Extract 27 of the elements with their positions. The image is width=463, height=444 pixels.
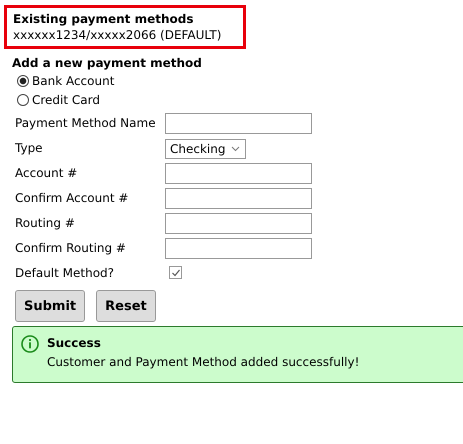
input-field[interactable] [165, 238, 312, 259]
field-label: Confirm Routing # [15, 240, 127, 257]
info-icon [21, 335, 39, 353]
radio-button[interactable] [17, 74, 29, 86]
form-button[interactable]: Submit [15, 290, 86, 322]
field-label: Type [15, 140, 44, 157]
field-label: Default Method? [15, 265, 116, 282]
form-button[interactable]: Reset [96, 290, 156, 322]
alert-title: Success [47, 335, 102, 352]
chevron-icon [231, 146, 240, 152]
input-field[interactable] [165, 113, 312, 134]
field-label: Confirm Account # [15, 190, 130, 207]
radio-label: Bank Account [32, 74, 114, 88]
existing-methods-title: Existing payment methods [13, 11, 194, 27]
field-label: Account # [15, 165, 78, 182]
alert-message: Customer and Payment Method added successfully! [47, 354, 360, 371]
existing-methods-value: xxxxxx1234/xxxxx2066 (DEFAULT) [13, 27, 222, 43]
add-method-title: Add a new payment method [12, 56, 203, 71]
input-field[interactable] [165, 163, 312, 184]
radio-label: Credit Card [32, 92, 100, 106]
type-dropdown[interactable]: Checking [165, 138, 246, 158]
field-label: Routing # [15, 215, 76, 232]
checkbox[interactable] [169, 266, 182, 280]
field-label: Payment Method Name [15, 115, 157, 132]
input-field[interactable] [165, 213, 312, 234]
radio-button[interactable] [17, 94, 29, 106]
input-field[interactable] [165, 188, 312, 209]
